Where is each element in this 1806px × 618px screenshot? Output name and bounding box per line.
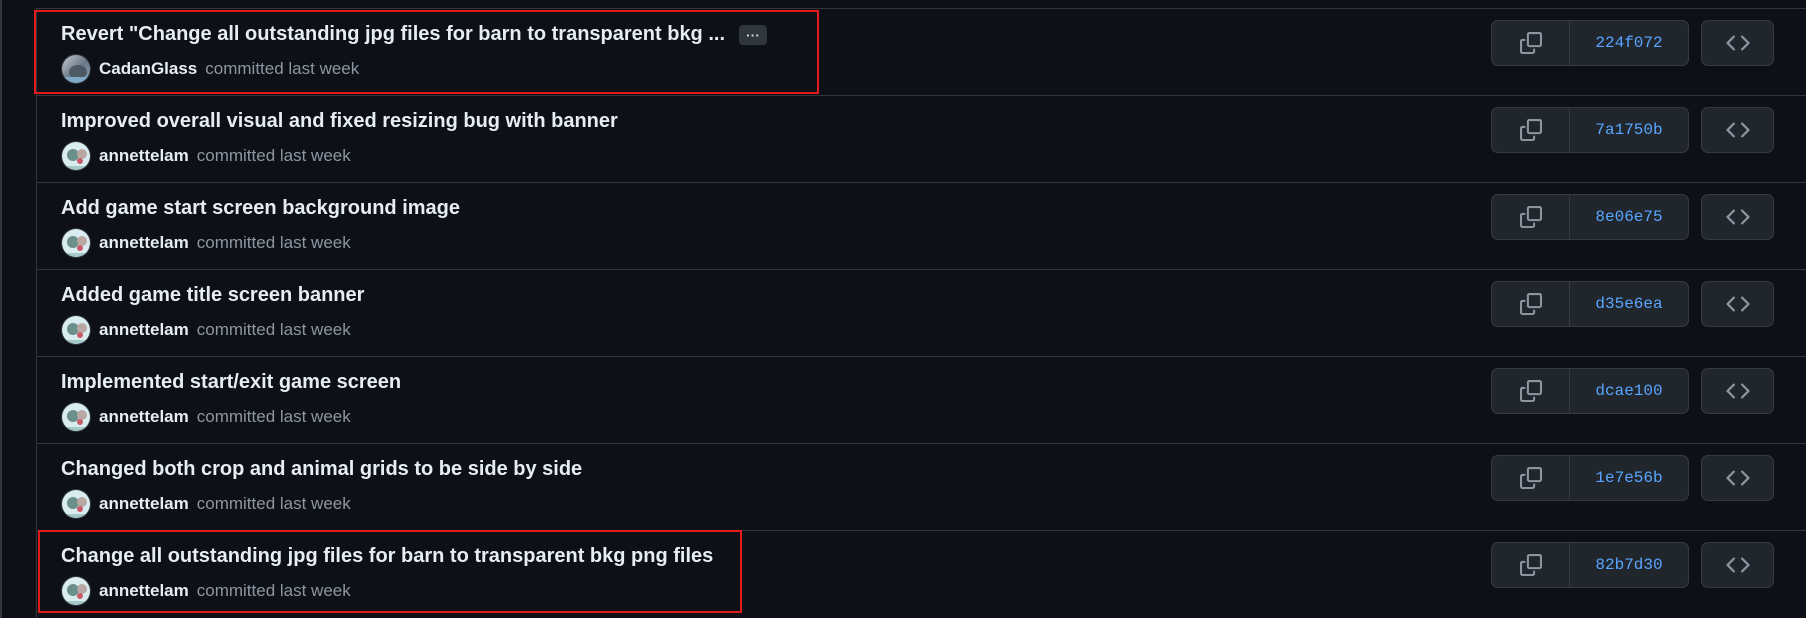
code-icon — [1725, 296, 1750, 312]
avatar-photo-icon — [62, 229, 90, 257]
commit-author-link[interactable]: annettelam — [99, 494, 189, 514]
commit-author-link[interactable]: CadanGlass — [99, 59, 197, 79]
commit-time-text: committed last week — [196, 146, 351, 165]
expand-message-button[interactable]: ··· — [739, 24, 768, 45]
copy-sha-button[interactable] — [1492, 543, 1570, 587]
commit-time-text: committed last week — [196, 407, 351, 426]
copy-sha-button[interactable] — [1492, 195, 1570, 239]
commit-title-link[interactable]: Change all outstanding jpg files for bar… — [61, 545, 713, 568]
sha-button-group: dcae100 — [1491, 368, 1689, 414]
commit-author-link[interactable]: annettelam — [99, 146, 189, 166]
avatar-photo-icon — [62, 316, 90, 344]
commit-time-text: committed last week — [196, 233, 351, 252]
copy-icon — [1519, 119, 1542, 141]
avatar[interactable] — [61, 489, 91, 519]
browse-repo-button[interactable] — [1701, 542, 1774, 588]
sha-button-group: 224f072 — [1491, 20, 1689, 66]
commit-title-link[interactable]: Added game title screen banner — [61, 284, 364, 307]
avatar[interactable] — [61, 228, 91, 258]
commit-list: Revert "Change all outstanding jpg files… — [36, 8, 1806, 618]
sha-button-group: d35e6ea — [1491, 281, 1689, 327]
sha-button-group: 8e06e75 — [1491, 194, 1689, 240]
browse-repo-button[interactable] — [1701, 281, 1774, 327]
code-icon — [1725, 35, 1750, 51]
commit-author-link[interactable]: annettelam — [99, 581, 189, 601]
commit-title-link[interactable]: Add game start screen background image — [61, 197, 460, 220]
avatar-photo-icon — [62, 490, 90, 518]
copy-icon — [1519, 467, 1542, 489]
browse-repo-button[interactable] — [1701, 20, 1774, 66]
commit-sha-link[interactable]: 1e7e56b — [1570, 456, 1688, 500]
sha-button-group: 82b7d30 — [1491, 542, 1689, 588]
commit-title-link[interactable]: Changed both crop and animal grids to be… — [61, 458, 582, 481]
avatar[interactable] — [61, 141, 91, 171]
commit-time-text: committed last week — [205, 59, 360, 78]
copy-icon — [1519, 554, 1542, 576]
copy-sha-button[interactable] — [1492, 282, 1570, 326]
commit-sha-link[interactable]: 82b7d30 — [1570, 543, 1688, 587]
commit-time-text: committed last week — [196, 494, 351, 513]
commit-sha-link[interactable]: 224f072 — [1570, 21, 1688, 65]
avatar-photo-icon — [62, 55, 90, 83]
commit-row: Revert "Change all outstanding jpg files… — [37, 9, 1806, 96]
avatar[interactable] — [61, 54, 91, 84]
commit-author-link[interactable]: annettelam — [99, 320, 189, 340]
browse-repo-button[interactable] — [1701, 368, 1774, 414]
commit-time-text: committed last week — [196, 581, 351, 600]
code-icon — [1725, 557, 1750, 573]
sha-button-group: 1e7e56b — [1491, 455, 1689, 501]
commit-row: Changed both crop and animal grids to be… — [37, 444, 1806, 531]
avatar-photo-icon — [62, 577, 90, 605]
commit-history-page: Revert "Change all outstanding jpg files… — [0, 0, 1806, 618]
copy-icon — [1519, 206, 1542, 228]
commit-row: Add game start screen background image a… — [37, 183, 1806, 270]
code-icon — [1725, 122, 1750, 138]
avatar[interactable] — [61, 576, 91, 606]
commit-row: Improved overall visual and fixed resizi… — [37, 96, 1806, 183]
commit-sha-link[interactable]: dcae100 — [1570, 369, 1688, 413]
copy-icon — [1519, 293, 1542, 315]
copy-sha-button[interactable] — [1492, 456, 1570, 500]
commit-author-link[interactable]: annettelam — [99, 233, 189, 253]
copy-icon — [1519, 32, 1542, 54]
timeline-rule — [0, 0, 2, 618]
commit-sha-link[interactable]: 7a1750b — [1570, 108, 1688, 152]
commit-row: Implemented start/exit game screen annet… — [37, 357, 1806, 444]
commit-row: Change all outstanding jpg files for bar… — [37, 531, 1806, 618]
commit-author-link[interactable]: annettelam — [99, 407, 189, 427]
code-icon — [1725, 209, 1750, 225]
code-icon — [1725, 470, 1750, 486]
sha-button-group: 7a1750b — [1491, 107, 1689, 153]
avatar-photo-icon — [62, 403, 90, 431]
commit-time-text: committed last week — [196, 320, 351, 339]
avatar-photo-icon — [62, 142, 90, 170]
commit-sha-link[interactable]: 8e06e75 — [1570, 195, 1688, 239]
copy-sha-button[interactable] — [1492, 369, 1570, 413]
commit-title-link[interactable]: Improved overall visual and fixed resizi… — [61, 110, 618, 133]
browse-repo-button[interactable] — [1701, 107, 1774, 153]
browse-repo-button[interactable] — [1701, 194, 1774, 240]
commit-title-link[interactable]: Revert "Change all outstanding jpg files… — [61, 23, 725, 46]
commit-sha-link[interactable]: d35e6ea — [1570, 282, 1688, 326]
avatar[interactable] — [61, 315, 91, 345]
copy-sha-button[interactable] — [1492, 108, 1570, 152]
commit-title-link[interactable]: Implemented start/exit game screen — [61, 371, 401, 394]
code-icon — [1725, 383, 1750, 399]
copy-sha-button[interactable] — [1492, 21, 1570, 65]
copy-icon — [1519, 380, 1542, 402]
avatar[interactable] — [61, 402, 91, 432]
commit-row: Added game title screen banner annettela… — [37, 270, 1806, 357]
browse-repo-button[interactable] — [1701, 455, 1774, 501]
